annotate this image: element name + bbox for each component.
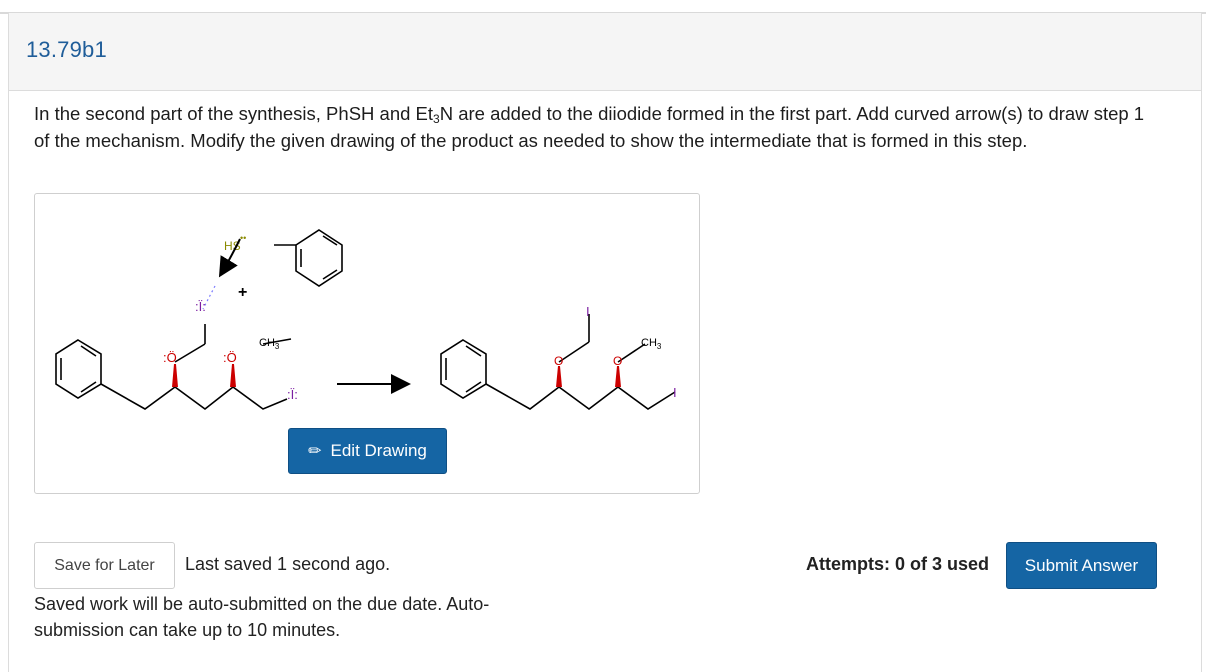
iodine-label: :Ï:	[287, 387, 298, 402]
oxygen-label: O	[613, 354, 622, 368]
question-prompt: In the second part of the synthesis, PhS…	[34, 100, 1164, 154]
wedge-bond	[556, 366, 562, 387]
iodine-label: I	[673, 385, 677, 400]
product-benzene-ring	[440, 339, 487, 399]
submit-answer-button[interactable]: Submit Answer	[1006, 542, 1157, 589]
wedge-bond	[172, 364, 178, 387]
attempts-counter: Attempts: 0 of 3 used	[806, 554, 990, 574]
wedge-bond	[230, 364, 236, 387]
prompt-subscript: 3	[433, 112, 440, 126]
drawing-area[interactable]: HS •• + :Ö :Ö :Ï: :Ï: CH3 O O I I CH3 ✏ …	[34, 193, 700, 494]
plus-sign: +	[238, 284, 247, 301]
iodine-label: :Ï:	[195, 299, 206, 314]
reactant-benzene-ring	[55, 339, 102, 399]
hs-lone-pair: ••	[240, 233, 246, 243]
prompt-text-1: In the second part of the synthesis, PhS…	[34, 103, 434, 124]
oxygen-label: :Ö	[163, 350, 177, 365]
pencil-icon: ✏	[308, 443, 322, 460]
edit-drawing-button[interactable]: ✏ Edit Drawing	[288, 428, 447, 474]
ch3-label: CH3	[259, 337, 280, 351]
save-for-later-button[interactable]: Save for Later	[34, 542, 175, 589]
question-header: 13.79b1	[9, 13, 1201, 91]
top-border	[0, 0, 1206, 14]
edit-drawing-label: Edit Drawing	[330, 441, 427, 460]
thiophenol-ring	[274, 229, 343, 287]
o-ch2-bond	[174, 343, 206, 363]
wedge-bond	[615, 366, 621, 387]
auto-submit-note: Saved work will be auto-submitted on the…	[34, 594, 490, 640]
oxygen-label: :Ö	[223, 350, 237, 365]
oxygen-label: O	[554, 354, 563, 368]
question-id: 13.79b1	[26, 37, 107, 62]
iodine-label: I	[586, 304, 590, 319]
last-saved-text: Last saved 1 second ago.	[185, 554, 391, 574]
product-chain	[485, 314, 676, 410]
ch3-label: CH3	[641, 337, 662, 351]
